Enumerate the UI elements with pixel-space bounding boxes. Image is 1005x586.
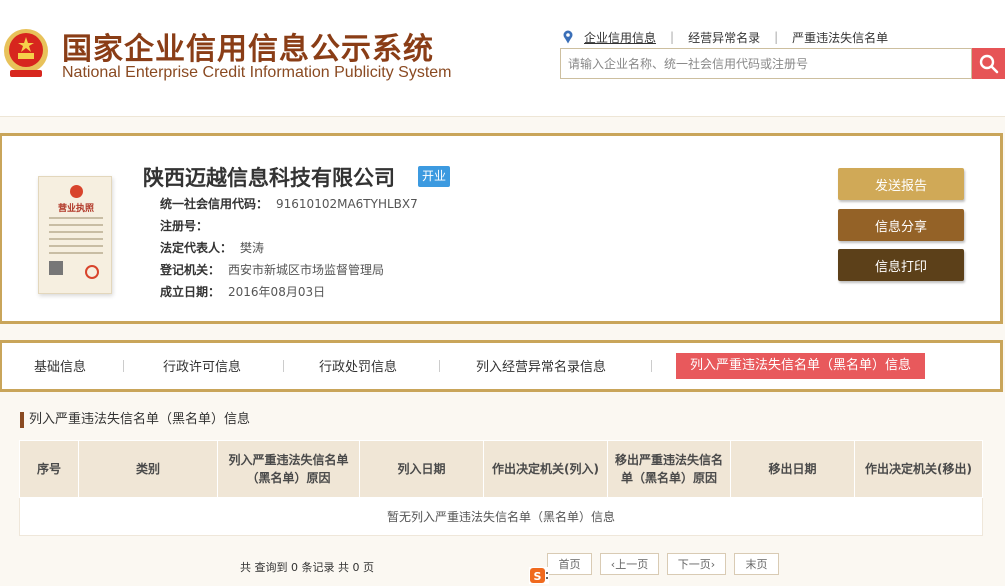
- next-page-button[interactable]: 下一页 ›: [667, 553, 726, 575]
- search-input[interactable]: [561, 49, 971, 78]
- tab-admin-license[interactable]: 行政许可信息: [163, 355, 241, 381]
- table-header-row: 序号 类别 列入严重违法失信名单（黑名单）原因 列入日期 作出决定机关(列入) …: [19, 440, 983, 498]
- column-header: 列入严重违法失信名单（黑名单）原因: [217, 440, 360, 498]
- info-label: 统一社会信用代码：: [160, 197, 269, 211]
- column-header: 列入日期: [359, 440, 484, 498]
- tab-separator: [439, 360, 440, 372]
- prev-page-button[interactable]: ‹ 上一页: [600, 553, 659, 575]
- site-title-en: National Enterprise Credit Information P…: [62, 64, 452, 81]
- site-title-cn: 国家企业信用信息公示系统: [62, 32, 434, 67]
- info-label: 法定代表人：: [160, 241, 233, 255]
- nav-separator: |: [670, 30, 675, 44]
- column-header: 移出日期: [730, 440, 855, 498]
- next-page-label: 下一页: [677, 558, 711, 571]
- info-value: 2016年08月03日: [228, 285, 326, 299]
- qr-code-icon: [49, 261, 63, 275]
- tab-separator: [651, 360, 652, 372]
- national-emblem-icon: [4, 29, 48, 77]
- site-header: 国家企业信用信息公示系统 National Enterprise Credit …: [0, 0, 1005, 117]
- license-title: 营业执照: [57, 204, 94, 214]
- status-badge: 开业: [418, 166, 451, 187]
- svg-text:S: S: [534, 570, 542, 583]
- search-button[interactable]: [972, 48, 1005, 79]
- ime-toolbar-icon[interactable]: S: [529, 567, 549, 584]
- location-pin-icon: [563, 30, 573, 44]
- info-label: 成立日期：: [160, 285, 221, 299]
- prev-page-label: 上一页: [615, 558, 649, 571]
- stamp-icon: [85, 265, 99, 279]
- print-info-button[interactable]: 信息打印: [838, 249, 964, 281]
- column-header: 类别: [78, 440, 218, 498]
- tab-separator: [283, 360, 284, 372]
- license-text-lines: [49, 217, 103, 259]
- pagination-summary: 共 查询到 0 条记录 共 0 页: [240, 561, 374, 574]
- blacklist-table: 序号 类别 列入严重违法失信名单（黑名单）原因 列入日期 作出决定机关(列入) …: [19, 440, 983, 536]
- first-page-button[interactable]: 首页: [547, 553, 592, 575]
- company-name: 陕西迈越信息科技有限公司: [143, 166, 395, 190]
- tab-separator: [123, 360, 124, 372]
- business-license-image[interactable]: 营业执照: [38, 176, 112, 294]
- info-legal-rep: 法定代表人： 樊涛: [160, 239, 264, 256]
- tab-basic-info[interactable]: 基础信息: [34, 355, 86, 381]
- tab-abnormal-list[interactable]: 列入经营异常名录信息: [476, 355, 606, 381]
- nav-blacklist[interactable]: 严重违法失信名单: [792, 29, 888, 46]
- info-founded-date: 成立日期： 2016年08月03日: [160, 283, 325, 300]
- info-credit-code: 统一社会信用代码： 91610102MA6TYHLBX7: [160, 195, 418, 212]
- info-value: 樊涛: [240, 241, 265, 255]
- info-reg-number: 注册号：: [160, 217, 216, 234]
- info-authority: 登记机关： 西安市新城区市场监督管理局: [160, 261, 384, 278]
- search-box: [560, 48, 972, 79]
- tab-blacklist[interactable]: 列入严重违法失信名单（黑名单）信息: [676, 353, 926, 379]
- share-info-button[interactable]: 信息分享: [838, 209, 964, 241]
- search-icon: [979, 54, 998, 73]
- tab-admin-penalty[interactable]: 行政处罚信息: [319, 355, 397, 381]
- column-header: 作出决定机关(移出): [854, 440, 983, 498]
- info-label: 登记机关：: [160, 263, 221, 277]
- info-label: 注册号：: [160, 219, 209, 233]
- nav-separator: |: [774, 30, 779, 44]
- column-header: 序号: [19, 440, 79, 498]
- nav-abnormal-list[interactable]: 经营异常名录: [688, 29, 760, 46]
- send-report-button[interactable]: 发送报告: [838, 168, 964, 200]
- license-seal-icon: [70, 185, 83, 198]
- section-title: 列入严重违法失信名单（黑名单）信息: [20, 412, 250, 428]
- info-value: 西安市新城区市场监督管理局: [228, 263, 385, 277]
- last-page-button[interactable]: 末页: [734, 553, 779, 575]
- nav-enterprise-credit[interactable]: 企业信用信息: [584, 29, 656, 46]
- table-row: 暂无列入严重违法失信名单（黑名单）信息: [19, 497, 983, 536]
- column-header: 移出严重违法失信名单（黑名单）原因: [607, 440, 731, 498]
- empty-message: 暂无列入严重违法失信名单（黑名单）信息: [19, 497, 983, 536]
- column-header: 作出决定机关(列入): [483, 440, 608, 498]
- top-nav: 企业信用信息 | 经营异常名录 | 严重违法失信名单: [562, 29, 888, 45]
- info-value: 91610102MA6TYHLBX7: [276, 197, 418, 211]
